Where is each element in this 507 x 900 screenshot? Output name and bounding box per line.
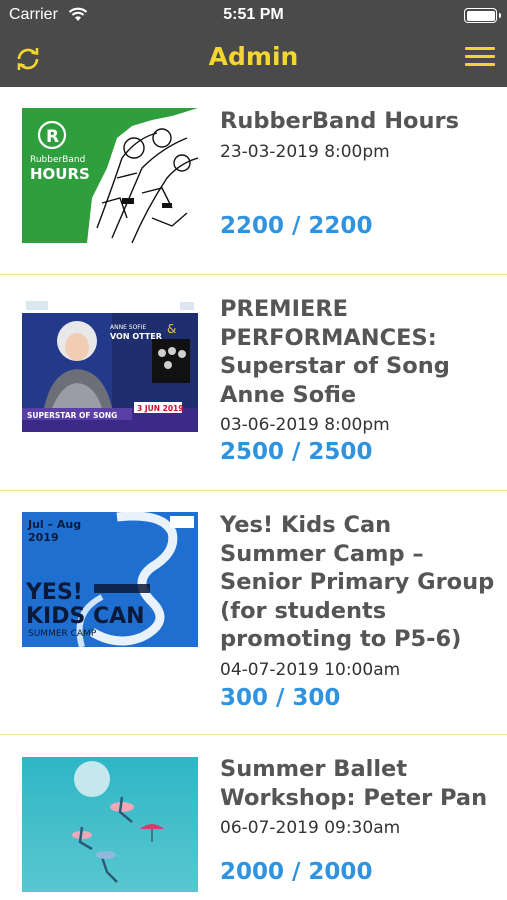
menu-button[interactable] xyxy=(465,47,495,71)
event-row[interactable]: Jul – Aug 2019 YES! KIDS CAN SUMMER CAMP… xyxy=(0,491,507,735)
poster-big1: YES! xyxy=(25,580,83,605)
poster-dates2: 2019 xyxy=(28,531,59,544)
menu-icon xyxy=(465,47,495,66)
ticket-count: 300 / 300 xyxy=(220,685,341,711)
poster-name2: VON OTTER xyxy=(110,332,162,341)
svg-text:&: & xyxy=(167,322,176,336)
event-poster: R RubberBand HOURS xyxy=(22,108,198,243)
event-datetime: 04-07-2019 10:00am xyxy=(220,659,401,680)
status-bar: Carrier 5:51 PM xyxy=(0,0,507,30)
event-poster: ANNE SOFIE VON OTTER & SUPERSTAR OF SONG… xyxy=(22,299,198,432)
event-row[interactable]: Summer Ballet Workshop: Peter Pan 06-07-… xyxy=(0,735,507,900)
ticket-count: 2000 / 2000 xyxy=(220,859,373,885)
event-title: Summer Ballet Workshop: Peter Pan xyxy=(220,756,488,811)
svg-text:R: R xyxy=(46,127,59,147)
ticket-count: 2200 / 2200 xyxy=(220,213,373,239)
poster-small: SUMMER CAMP xyxy=(28,629,97,639)
event-datetime: 06-07-2019 09:30am xyxy=(220,818,401,838)
clock: 5:51 PM xyxy=(223,6,284,23)
event-title: Yes! Kids Can Summer Camp – Senior Prima… xyxy=(220,512,495,652)
ticket-count: 2500 / 2500 xyxy=(220,439,373,465)
poster-brand: RubberBand xyxy=(30,155,85,165)
event-row[interactable]: ANNE SOFIE VON OTTER & SUPERSTAR OF SONG… xyxy=(0,275,507,491)
event-datetime: 23-03-2019 8:00pm xyxy=(220,141,390,162)
event-poster xyxy=(22,757,198,892)
event-title: PREMIERE PERFORMANCES: Superstar of Song… xyxy=(220,296,450,408)
poster-hours: HOURS xyxy=(30,165,90,183)
event-title: RubberBand Hours xyxy=(220,108,459,134)
nav-bar: Admin xyxy=(0,30,507,87)
event-poster: Jul – Aug 2019 YES! KIDS CAN SUMMER CAMP xyxy=(22,512,198,647)
event-row[interactable]: R RubberBand HOURS RubberBand Hours 23-0… xyxy=(0,87,507,275)
poster-big2: KIDS CAN xyxy=(26,604,145,629)
poster-dates1: Jul – Aug xyxy=(27,518,81,531)
page-title: Admin xyxy=(208,42,299,71)
poster-banner: SUPERSTAR OF SONG xyxy=(27,411,117,420)
battery-icon xyxy=(464,8,501,23)
event-datetime: 03-06-2019 8:00pm xyxy=(220,415,390,435)
poster-date: 3 JUN 2019 xyxy=(137,404,183,413)
poster-name1: ANNE SOFIE xyxy=(110,324,147,331)
